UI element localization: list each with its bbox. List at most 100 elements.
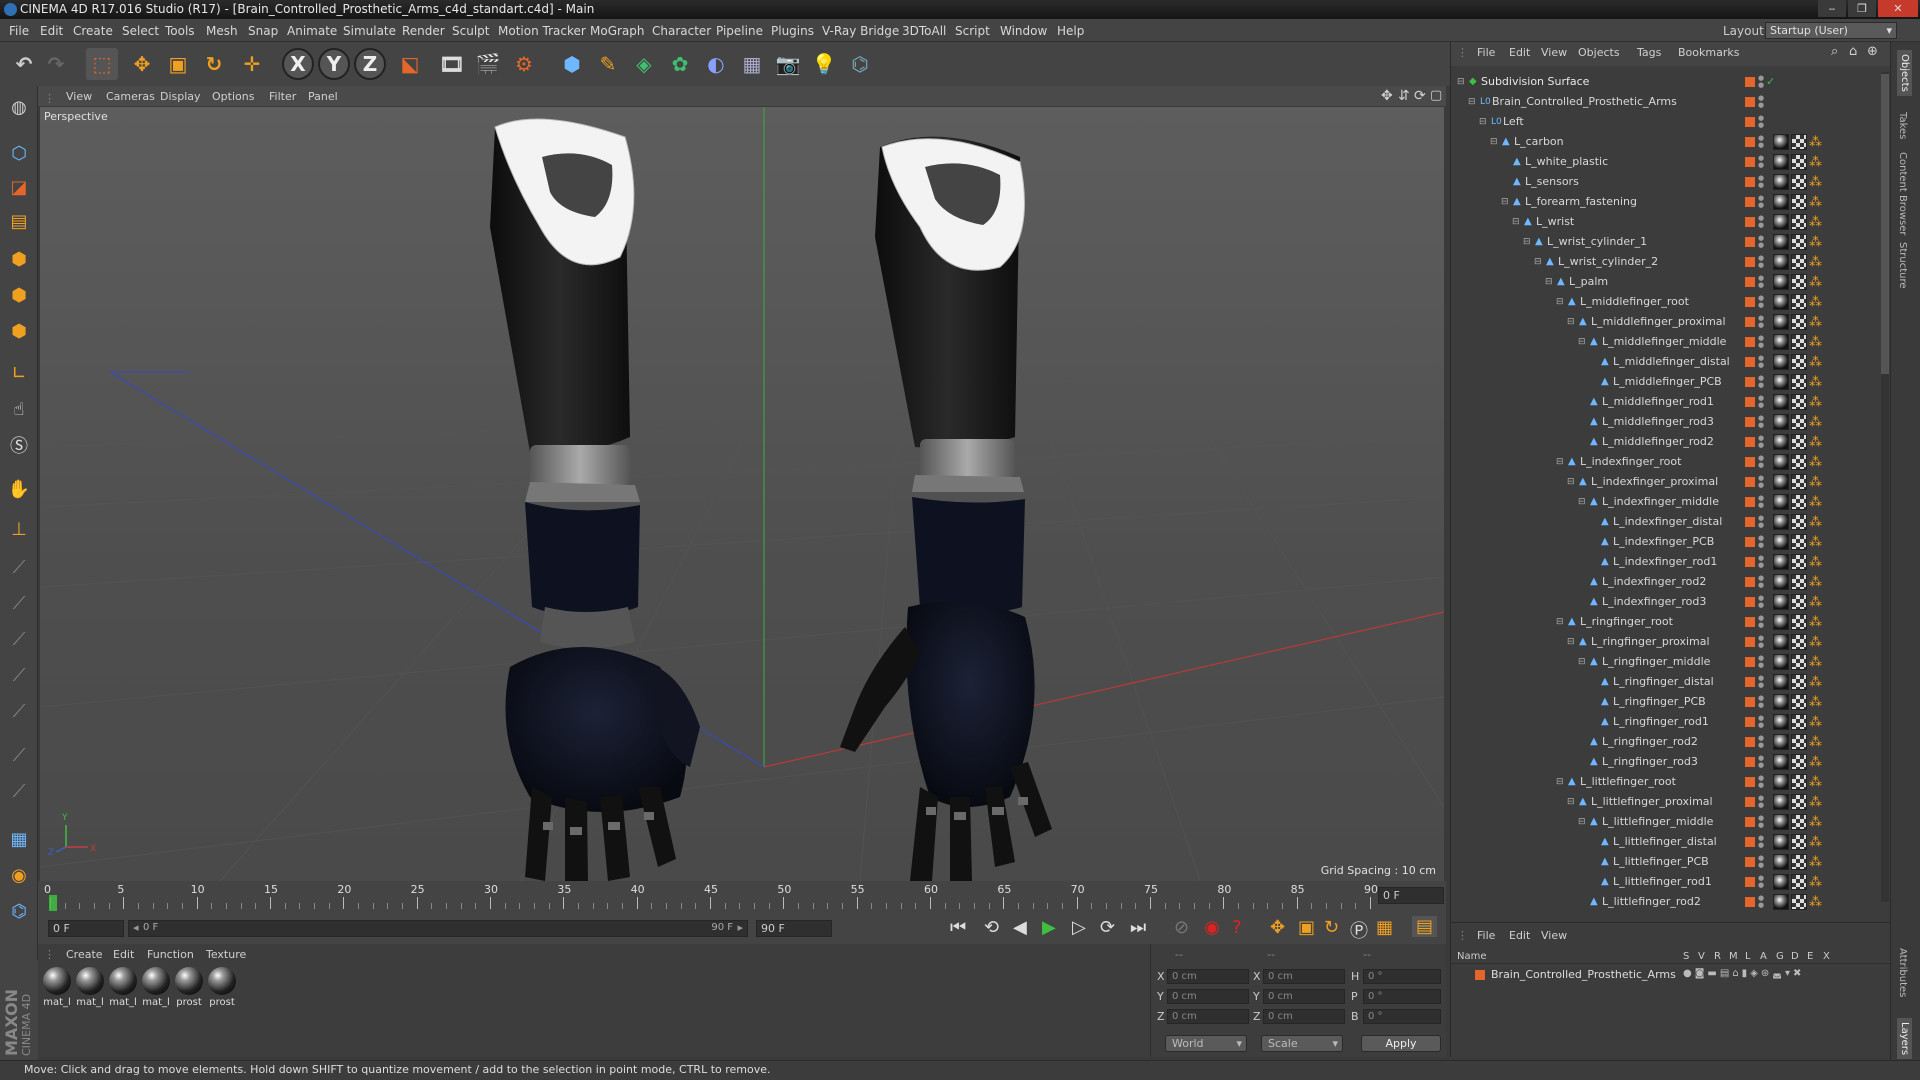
layer-col-g[interactable]: G	[1776, 951, 1784, 962]
phong-tag-icon[interactable]: ⁂	[1809, 413, 1822, 433]
object-name[interactable]: L_middlefinger_rod2	[1602, 432, 1714, 452]
collapse-toggle-icon[interactable]: ⊟	[1567, 638, 1575, 647]
object-name[interactable]: L_middlefinger_distal	[1613, 352, 1730, 372]
solo-icon[interactable]: ▦	[4, 824, 34, 854]
size-mode-select[interactable]: Scale ▾	[1261, 1035, 1343, 1052]
menu-select[interactable]: Select	[122, 24, 159, 38]
layer-color-icon[interactable]	[1745, 637, 1755, 647]
collapse-toggle-icon[interactable]: ⊟	[1534, 258, 1542, 267]
texture-tag-icon[interactable]	[1791, 474, 1807, 490]
pos-z-field[interactable]: 0 cm	[1167, 1009, 1249, 1024]
material-menu-edit[interactable]: Edit	[113, 948, 134, 961]
layer-color-icon[interactable]	[1745, 797, 1755, 807]
maximize-button[interactable]: ❐	[1848, 0, 1876, 17]
render-settings-icon[interactable]: ⚙	[508, 48, 540, 80]
object-row[interactable]: ⊟ ▲ L_littlefinger_middle ● ● ⁂	[1451, 812, 1891, 832]
visibility-dots-icon[interactable]: ● ●	[1758, 715, 1764, 729]
material-tag-icon[interactable]	[1773, 214, 1789, 230]
texture-tag-icon[interactable]	[1791, 854, 1807, 870]
menu-render[interactable]: Render	[402, 24, 445, 38]
layer-row[interactable]: Brain_Controlled_Prosthetic_Arms ●◙▬▤⌂▮◈…	[1451, 967, 1891, 983]
visibility-dots-icon[interactable]: ● ●	[1758, 775, 1764, 789]
collapse-toggle-icon[interactable]: ⊟	[1457, 78, 1465, 87]
phong-tag-icon[interactable]: ⁂	[1809, 213, 1822, 233]
object-row[interactable]: ⊟ ▲ L_wrist_cylinder_1 ● ● ⁂	[1451, 232, 1891, 252]
pos-y-field[interactable]: 0 cm	[1167, 989, 1249, 1004]
timeline-ruler[interactable]: 0 5 10 15 20 25 30 35 40 45 50 55 60 65 70 75 80 85 90 0 F	[38, 881, 1446, 914]
phong-tag-icon[interactable]: ⁂	[1809, 873, 1822, 893]
search-icon[interactable]: ⌕	[1831, 44, 1838, 59]
texture-tag-icon[interactable]	[1791, 694, 1807, 710]
object-row[interactable]: ▲ L_middlefinger_rod1 ● ● ⁂	[1451, 392, 1891, 412]
workplane-icon[interactable]: ▤	[4, 206, 34, 236]
object-row[interactable]: ▲ L_indexfinger_PCB ● ● ⁂	[1451, 532, 1891, 552]
material-tag-icon[interactable]	[1773, 234, 1789, 250]
home-icon[interactable]: ⌂	[1849, 44, 1857, 59]
collapse-toggle-icon[interactable]: ⊟	[1567, 318, 1575, 327]
material-tag-icon[interactable]	[1773, 634, 1789, 650]
texture-tag-icon[interactable]	[1791, 334, 1807, 350]
object-name[interactable]: L_wrist	[1536, 212, 1574, 232]
object-name[interactable]: L_middlefinger_middle	[1602, 332, 1726, 352]
object-name[interactable]: L_ringfinger_root	[1580, 612, 1673, 632]
object-row[interactable]: ⊟ ▲ L_middlefinger_proximal ● ● ⁂	[1451, 312, 1891, 332]
collapse-toggle-icon[interactable]: ⊟	[1490, 138, 1498, 147]
size-x-field[interactable]: 0 cm	[1263, 969, 1345, 984]
phong-tag-icon[interactable]: ⁂	[1809, 653, 1822, 673]
texture-tag-icon[interactable]	[1791, 894, 1807, 910]
collapse-toggle-icon[interactable]: ⊟	[1501, 198, 1509, 207]
visibility-dots-icon[interactable]: ● ●	[1758, 315, 1764, 329]
visibility-dots-icon[interactable]: ● ●	[1758, 455, 1764, 469]
collapse-toggle-icon[interactable]: ⊟	[1567, 798, 1575, 807]
move-alt-icon[interactable]: ✛	[236, 48, 268, 80]
object-name[interactable]: L_palm	[1569, 272, 1608, 292]
layer-col-x[interactable]: X	[1823, 951, 1830, 962]
dolly-icon[interactable]: ⇵	[1398, 88, 1410, 104]
visibility-dots-icon[interactable]: ● ●	[1758, 755, 1764, 769]
maximize-viewport-icon[interactable]: ▢	[1430, 88, 1442, 103]
end-frame-field[interactable]: 90 F	[756, 920, 832, 937]
object-row[interactable]: ⊟ ▲ L_indexfinger_middle ● ● ⁂	[1451, 492, 1891, 512]
object-row[interactable]: ▲ L_littlefinger_PCB ● ● ⁂	[1451, 852, 1891, 872]
move-icon[interactable]: ✥	[126, 48, 158, 80]
layer-color-icon[interactable]	[1745, 557, 1755, 567]
start-frame-field[interactable]: 0 F	[48, 920, 124, 937]
material-tag-icon[interactable]	[1773, 474, 1789, 490]
object-row[interactable]: ▲ L_littlefinger_distal ● ● ⁂	[1451, 832, 1891, 852]
texture-tag-icon[interactable]	[1791, 794, 1807, 810]
object-row[interactable]: ▲ L_middlefinger_distal ● ● ⁂	[1451, 352, 1891, 372]
layer-color-icon[interactable]	[1745, 517, 1755, 527]
layer-color-icon[interactable]	[1745, 137, 1755, 147]
layer-color-icon[interactable]	[1745, 657, 1755, 667]
object-name[interactable]: L_indexfinger_root	[1580, 452, 1681, 472]
material-tag-icon[interactable]	[1773, 354, 1789, 370]
object-name[interactable]: L_wrist_cylinder_1	[1547, 232, 1647, 252]
material-menu-texture[interactable]: Texture	[206, 948, 246, 961]
object-name[interactable]: L_ringfinger_rod2	[1602, 732, 1698, 752]
phong-tag-icon[interactable]: ⁂	[1809, 313, 1822, 333]
layer-col-e[interactable]: E	[1807, 951, 1813, 962]
layer-col-v[interactable]: V	[1698, 951, 1705, 962]
minimize-button[interactable]: ‒	[1818, 0, 1846, 17]
material-swatch[interactable]: mat_l	[42, 967, 72, 1008]
visibility-dots-icon[interactable]: ● ●	[1758, 275, 1764, 289]
autokeying-icon[interactable]: ◉	[1204, 917, 1220, 938]
weight-tool-icon[interactable]: ⟋	[4, 624, 34, 654]
material-tag-icon[interactable]	[1773, 594, 1789, 610]
om-menu-edit[interactable]: Edit	[1509, 46, 1530, 59]
layer-color-icon[interactable]	[1745, 377, 1755, 387]
phong-tag-icon[interactable]: ⁂	[1809, 533, 1822, 553]
pos-x-field[interactable]: 0 cm	[1167, 969, 1249, 984]
phong-tag-icon[interactable]: ⁂	[1809, 513, 1822, 533]
key-position-icon[interactable]: ✥	[1270, 917, 1285, 938]
texture-tag-icon[interactable]	[1791, 754, 1807, 770]
material-tag-icon[interactable]	[1773, 614, 1789, 630]
object-row[interactable]: ▲ L_littlefinger_rod1 ● ● ⁂	[1451, 872, 1891, 892]
om-menu-objects[interactable]: Objects	[1578, 46, 1620, 59]
layer-color-icon[interactable]	[1745, 817, 1755, 827]
layer-color-icon[interactable]	[1745, 77, 1755, 87]
menu-mograph[interactable]: MoGraph	[590, 24, 645, 38]
phong-tag-icon[interactable]: ⁂	[1809, 433, 1822, 453]
key-parameter-icon[interactable]: Ⓟ	[1350, 917, 1368, 943]
material-tag-icon[interactable]	[1773, 514, 1789, 530]
